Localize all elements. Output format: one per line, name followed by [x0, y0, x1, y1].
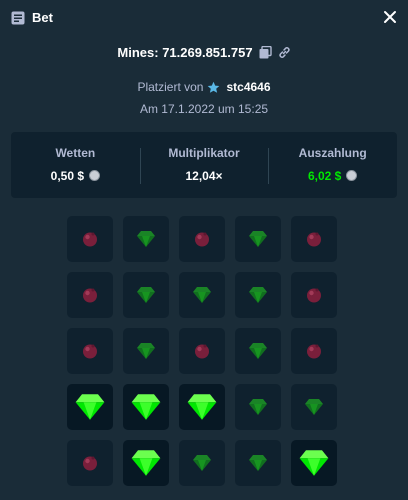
gem-icon: [137, 231, 155, 247]
mine-tile: [179, 272, 225, 318]
close-icon[interactable]: [382, 9, 398, 25]
gem-icon: [249, 399, 267, 415]
mine-icon: [83, 232, 97, 247]
gem-icon: [137, 343, 155, 359]
mine-tile: [67, 272, 113, 318]
payout-label: Auszahlung: [298, 145, 367, 160]
wager-value: 0,50 $: [50, 168, 85, 183]
username-link[interactable]: stc4646: [226, 80, 270, 94]
mine-tile: [235, 328, 281, 374]
wager-label: Wetten: [55, 145, 96, 160]
gem-icon: [305, 399, 323, 415]
gem-icon: [131, 450, 161, 476]
mine-tile: [123, 384, 169, 430]
mine-tile: [291, 328, 337, 374]
mine-tile: [179, 328, 225, 374]
gem-icon: [187, 394, 217, 420]
mine-tile: [67, 328, 113, 374]
mine-tile: [123, 328, 169, 374]
mine-tile: [291, 384, 337, 430]
gem-icon: [299, 450, 329, 476]
copy-icon[interactable]: [259, 45, 272, 59]
bet-id-row: Mines: 71.269.851.757: [0, 43, 408, 61]
mine-tile: [291, 272, 337, 318]
mine-tile: [123, 272, 169, 318]
mine-tile: [235, 440, 281, 486]
payout-value-wrap: 6,02 $: [307, 168, 358, 183]
multiplier-label: Multiplikator: [168, 145, 240, 160]
wager-stat: Wetten 0,50 $: [11, 146, 140, 185]
currency-coin-icon: [89, 170, 101, 181]
mine-icon: [307, 232, 321, 247]
mine-tile: [235, 272, 281, 318]
vip-star-icon: [208, 81, 220, 93]
payout-stat: Auszahlung 6,02 $: [268, 146, 397, 185]
mine-tile: [179, 216, 225, 262]
gem-icon: [131, 394, 161, 420]
bet-stats-panel: Wetten 0,50 $ Multiplikator 12,04× Ausza…: [11, 132, 397, 198]
mine-tile: [235, 216, 281, 262]
mine-icon: [307, 344, 321, 359]
mine-icon: [83, 288, 97, 303]
gem-icon: [249, 455, 267, 471]
modal-header: Bet: [0, 0, 408, 36]
bet-slip-icon: [11, 11, 25, 25]
gem-icon: [75, 394, 105, 420]
placed-by-row: Platziert von stc4646: [0, 78, 408, 96]
payout-value: 6,02 $: [307, 168, 342, 183]
mine-tile: [67, 384, 113, 430]
mine-icon: [83, 344, 97, 359]
mine-icon: [307, 288, 321, 303]
wager-value-wrap: 0,50 $: [50, 168, 101, 183]
mines-grid: [67, 216, 337, 486]
mine-tile: [123, 216, 169, 262]
link-icon[interactable]: [278, 46, 291, 59]
placed-by-label: Platziert von: [137, 80, 204, 94]
mine-tile: [67, 440, 113, 486]
gem-icon: [249, 231, 267, 247]
mine-tile: [179, 440, 225, 486]
mine-tile: [235, 384, 281, 430]
bet-date: Am 17.1.2022 um 15:25: [139, 102, 269, 116]
mine-icon: [195, 344, 209, 359]
bet-id: Mines: 71.269.851.757: [117, 44, 253, 60]
gem-icon: [193, 455, 211, 471]
multiplier-value: 12,04×: [185, 168, 223, 183]
multiplier-stat: Multiplikator 12,04×: [139, 145, 269, 185]
gem-icon: [137, 287, 155, 303]
modal-title: Bet: [32, 10, 53, 25]
mine-tile: [179, 384, 225, 430]
gem-icon: [193, 287, 211, 303]
mine-icon: [195, 232, 209, 247]
mine-tile: [123, 440, 169, 486]
mine-tile: [67, 216, 113, 262]
gem-icon: [249, 287, 267, 303]
multiplier-value-wrap: 12,04×: [185, 169, 222, 183]
mine-tile: [291, 440, 337, 486]
mine-tile: [291, 216, 337, 262]
mine-icon: [83, 456, 97, 471]
currency-coin-icon: [346, 170, 358, 181]
gem-icon: [249, 343, 267, 359]
